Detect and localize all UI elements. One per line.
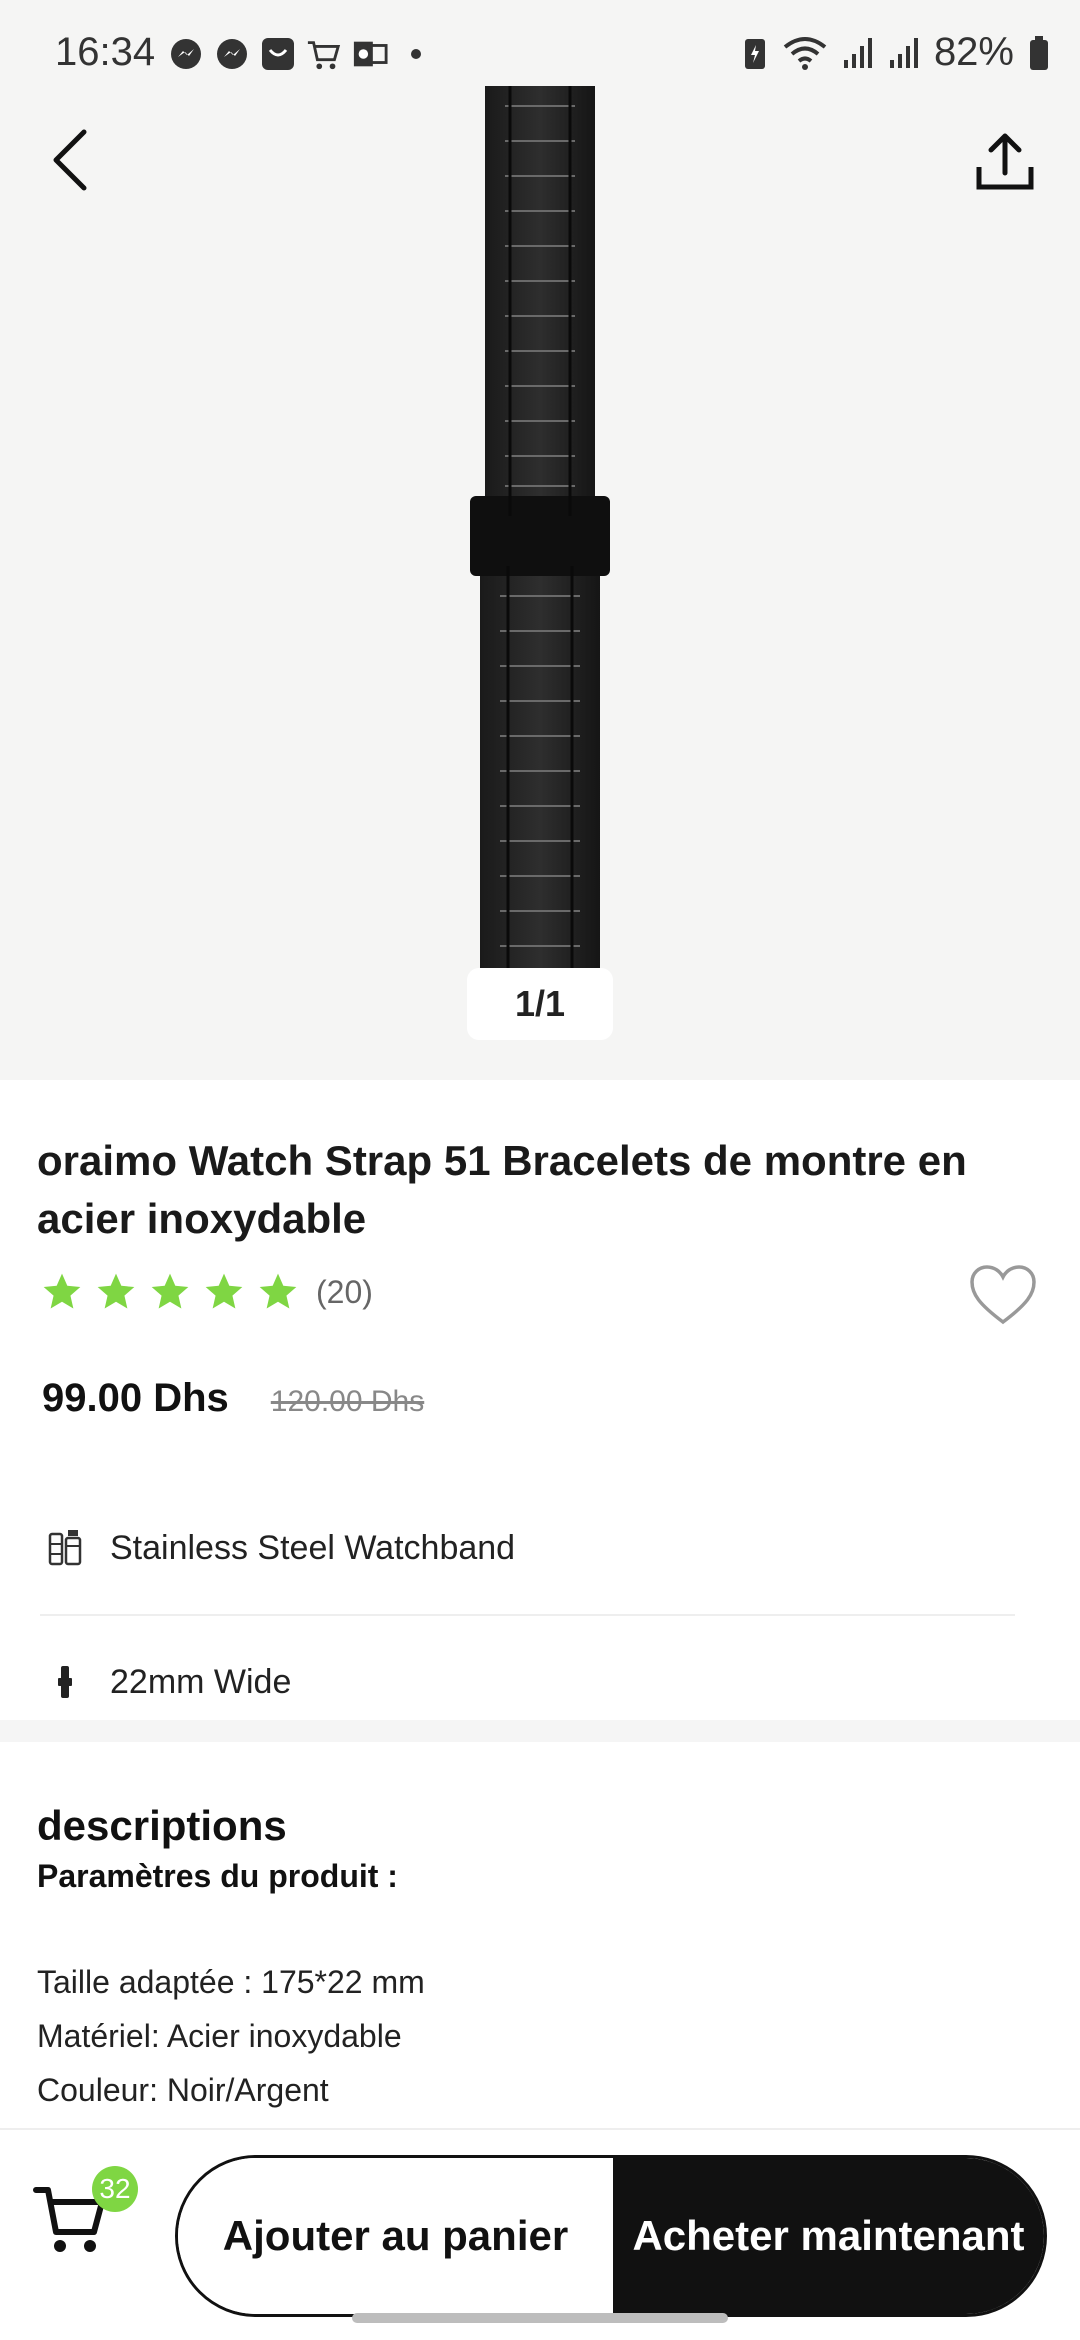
add-to-cart-button[interactable]: Ajouter au panier [178,2158,613,2314]
status-time: 16:34 [55,30,156,74]
product-image-gallery[interactable]: 1/1 [0,0,1080,1080]
description-section: descriptions Paramètres du produit : Tai… [0,1742,1080,2128]
watchband-icon [40,1523,90,1573]
cart-icon [306,36,342,72]
chevron-left-icon [53,129,87,191]
battery-saver-icon [744,38,765,69]
strap-width-icon [40,1657,90,1707]
wifi-icon [783,36,827,70]
star-icon [205,1273,243,1309]
outlook-icon [352,36,388,72]
system-indicators: 82% [742,30,1050,75]
share-button[interactable] [970,122,1040,202]
favorite-button[interactable] [968,1260,1038,1330]
star-icon [151,1273,189,1309]
description-subheading: Paramètres du produit : [37,1858,398,1894]
star-icon [43,1273,81,1309]
description-line: Taille adaptée : 175*22 mm [37,1964,425,2000]
watch-strap-image [470,86,610,986]
purchase-actions: Ajouter au panier Acheter maintenant [175,2155,1047,2317]
share-icon [976,133,1034,190]
dot-icon [398,36,434,72]
messenger-icon [214,36,250,72]
buy-now-button[interactable]: Acheter maintenant [613,2158,1044,2314]
battery-percent: 82% [933,30,1014,74]
product-title: oraimo Watch Strap 51 Bracelets de montr… [37,1137,967,1242]
bottom-action-bar: 32 Ajouter au panier Acheter maintenant [0,2128,1080,2340]
battery-icon [1030,35,1048,70]
product-info: oraimo Watch Strap 51 Bracelets de montr… [0,1080,1080,1750]
description-heading: descriptions [37,1802,287,1849]
home-indicator[interactable] [352,2313,728,2323]
original-price: 120.00 Dhs [270,1385,425,1418]
description-line: Couleur: Noir/Argent [37,2072,329,2108]
feature-text: Stainless Steel Watchband [110,1528,516,1567]
product-rating[interactable]: (20) [40,1270,373,1314]
rating-count: (20) [316,1273,373,1310]
signal-icon [843,37,872,68]
image-page-indicator: 1/1 [467,968,613,1040]
current-price: 99.00 Dhs [42,1376,229,1420]
cart-count-badge: 32 [92,2166,138,2212]
price-row: 99.00 Dhs 120.00 Dhs [42,1376,424,1421]
notification-icons [168,36,434,72]
feature-row-material: Stainless Steel Watchband [40,1482,1015,1616]
heart-icon [970,1265,1036,1325]
star-icon [259,1273,297,1309]
back-button[interactable] [40,120,100,200]
feature-text: 22mm Wide [110,1662,292,1701]
section-divider [0,1720,1080,1742]
signal-icon [889,37,918,68]
shop-icon [260,36,296,72]
messenger-icon [168,36,204,72]
star-icon [97,1273,135,1309]
status-bar: 16:34 82% [0,0,1080,110]
description-line: Matériel: Acier inoxydable [37,2018,402,2054]
